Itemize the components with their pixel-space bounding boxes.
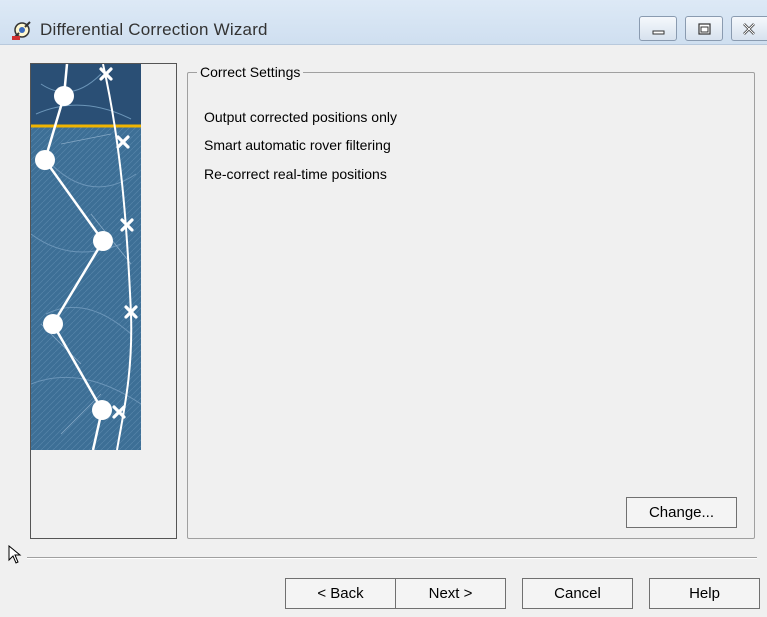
cancel-button[interactable]: Cancel [522,578,633,609]
correct-settings-group: Correct Settings Output corrected positi… [187,64,755,539]
setting-output-corrected: Output corrected positions only [204,109,397,125]
title-bar: Differential Correction Wizard [0,0,767,45]
window-title: Differential Correction Wizard [40,20,268,39]
back-button[interactable]: < Back [285,578,396,609]
wizard-sidebar [30,63,177,539]
minimize-icon [652,30,665,35]
mouse-cursor-icon [8,545,22,564]
close-icon [743,23,755,35]
satellite-dish-icon [12,21,31,40]
restore-button[interactable] [685,16,723,41]
setting-rover-filtering: Smart automatic rover filtering [204,137,391,153]
next-button[interactable]: Next > [395,578,506,609]
separator [27,557,757,559]
help-button[interactable]: Help [649,578,760,609]
minimize-button[interactable] [639,16,677,41]
change-button[interactable]: Change... [626,497,737,528]
map-route-illustration [31,64,141,450]
group-legend: Correct Settings [197,64,304,80]
setting-recorrect-realtime: Re-correct real-time positions [204,166,387,182]
restore-icon [698,23,711,35]
close-button[interactable] [731,16,767,41]
